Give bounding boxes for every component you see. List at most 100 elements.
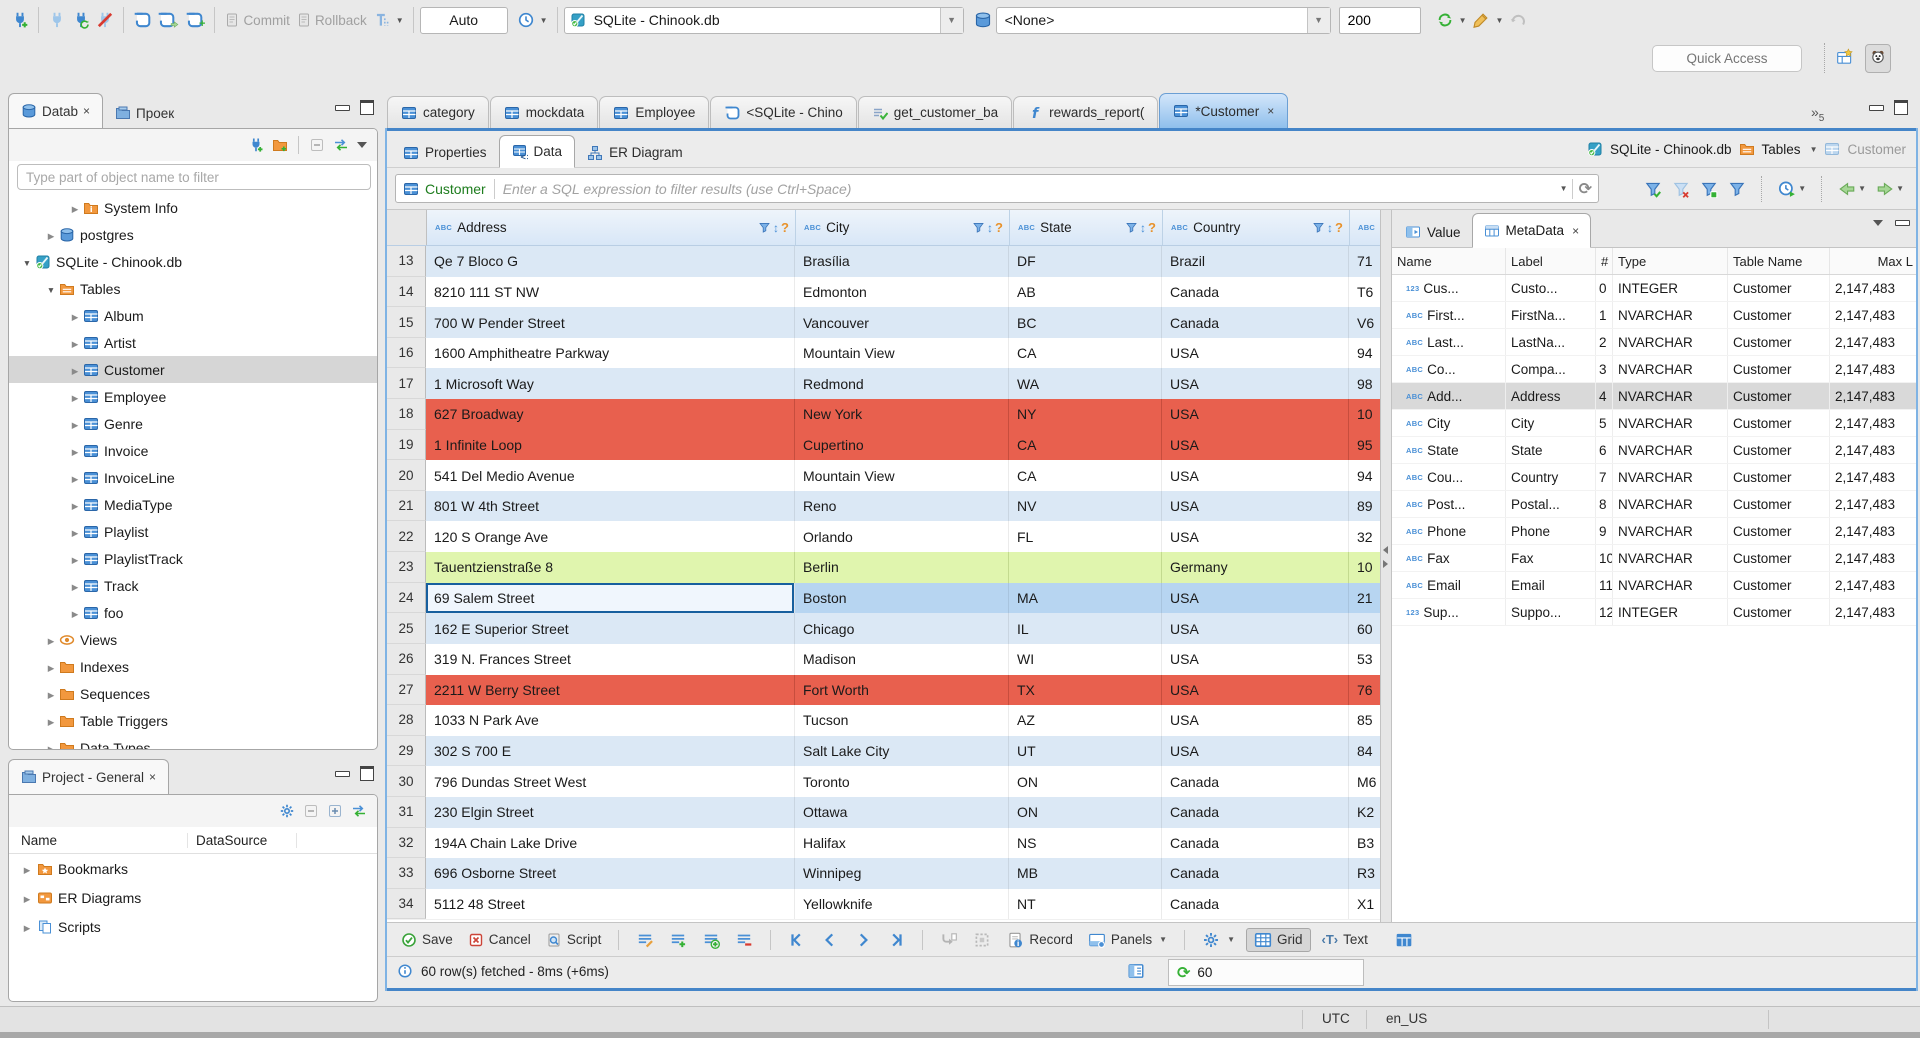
project-tree-item[interactable]: Scripts (9, 912, 377, 941)
metadata-table-cell[interactable]: Customer (1728, 599, 1830, 625)
metadata-maxlength-cell[interactable]: 2,147,483 (1830, 437, 1916, 463)
grid-cell[interactable]: MA (1009, 582, 1162, 614)
grid-cell[interactable]: 95 (1349, 429, 1380, 461)
locale-indicator[interactable]: en_US (1386, 1011, 1427, 1026)
row-number-cell[interactable]: 22 (387, 521, 426, 553)
row-number-cell[interactable]: 21 (387, 490, 426, 522)
tree-item[interactable]: Artist (9, 329, 377, 356)
grid-cell[interactable]: 1 Infinite Loop (426, 429, 795, 461)
row-number-cell[interactable]: 16 (387, 337, 426, 369)
grid-cell[interactable]: X1 (1349, 888, 1380, 920)
metadata-label-cell[interactable]: LastNa... (1506, 329, 1596, 355)
filter-funnel-icon[interactable] (758, 221, 771, 234)
tree-item[interactable]: Playlist (9, 518, 377, 545)
cancel-button[interactable]: Cancel (464, 929, 535, 951)
editor-tab[interactable]: mockdata × (489, 96, 599, 128)
row-number-cell[interactable]: 17 (387, 368, 426, 400)
grid-cell[interactable]: 94 (1349, 460, 1380, 491)
grid-cell[interactable]: 98 (1349, 368, 1380, 400)
new-sql-editor-icon[interactable]: + (182, 7, 208, 33)
minimize-icon[interactable] (335, 104, 350, 111)
metadata-maxlength-cell[interactable]: 2,147,483 (1830, 518, 1916, 544)
metadata-maxlength-cell[interactable]: 2,147,483 (1830, 491, 1916, 517)
metadata-type-cell[interactable]: NVARCHAR (1613, 572, 1728, 598)
sort-question-icon[interactable]: ? (1148, 220, 1156, 235)
metadata-column-header[interactable]: # (1596, 248, 1613, 274)
tab-overflow-chevron[interactable]: »5 (1811, 104, 1824, 124)
expand-arrow-icon[interactable] (43, 659, 59, 674)
save-button[interactable]: Save (397, 929, 457, 951)
expand-arrow-icon[interactable] (19, 890, 35, 905)
metadata-label-cell[interactable]: Email (1506, 572, 1596, 598)
metadata-name-cell[interactable]: Fax (1392, 545, 1506, 571)
expand-arrow-icon[interactable] (67, 551, 83, 566)
open-sql-editor-icon[interactable] (154, 8, 182, 32)
maximize-icon[interactable] (360, 100, 374, 115)
expand-arrow-icon[interactable] (67, 416, 83, 431)
metadata-column-header[interactable]: Table Name (1728, 248, 1830, 274)
metadata-label-cell[interactable]: Compa... (1506, 356, 1596, 382)
new-connection-icon[interactable] (8, 8, 32, 32)
expand-arrow-icon[interactable] (43, 686, 59, 701)
grid-cell[interactable]: 32 (1349, 521, 1380, 553)
schema-select[interactable]: <None> ▼ (995, 6, 1331, 34)
metadata-row[interactable]: Add... Address 4 NVARCHAR Customer 2,147… (1392, 383, 1916, 410)
metadata-name-cell[interactable]: Cus... (1392, 275, 1506, 301)
tab-project-general[interactable]: Project - General × (8, 759, 170, 794)
grid-cell[interactable]: USA (1162, 429, 1349, 461)
tree-item[interactable]: PlaylistTrack (9, 545, 377, 572)
row-number-cell[interactable]: 18 (387, 399, 426, 430)
sort-question-icon[interactable]: ? (1335, 220, 1343, 235)
filter-funnel-icon[interactable] (972, 221, 985, 234)
tree-item[interactable]: Data Types (9, 734, 377, 749)
grid-cell[interactable]: Canada (1162, 766, 1349, 797)
metadata-label-cell[interactable]: Postal... (1506, 491, 1596, 517)
metadata-maxlength-cell[interactable]: 2,147,483 (1830, 410, 1916, 436)
metadata-maxlength-cell[interactable]: 2,147,483 (1830, 464, 1916, 490)
grid-cell[interactable]: NY (1009, 399, 1162, 430)
grid-cell[interactable]: BC (1009, 307, 1162, 338)
column-sort-controls[interactable]: ↕ ? (758, 220, 795, 235)
subtab[interactable]: Data (498, 135, 576, 168)
grid-cell[interactable]: USA (1162, 490, 1349, 522)
chevron-down-icon[interactable]: ▼ (1810, 145, 1818, 154)
timezone-indicator[interactable]: UTC (1322, 1011, 1350, 1026)
commit-button[interactable]: Commit (221, 9, 293, 31)
grid-cell[interactable]: R3 (1349, 858, 1380, 889)
tree-item[interactable]: Indexes (9, 653, 377, 680)
view-menu-icon[interactable] (1873, 220, 1883, 226)
metadata-label-cell[interactable]: City (1506, 410, 1596, 436)
calc-panel-icon[interactable] (1127, 962, 1145, 983)
metadata-name-cell[interactable]: Sup... (1392, 599, 1506, 625)
grid-cell[interactable] (1009, 552, 1162, 583)
grid-cell[interactable]: IL (1009, 613, 1162, 644)
grid-cell[interactable]: TX (1009, 674, 1162, 706)
grid-cell[interactable]: CA (1009, 429, 1162, 461)
metadata-maxlength-cell[interactable]: 2,147,483 (1830, 599, 1916, 625)
mock-data-icon[interactable]: ▼ (1469, 8, 1506, 32)
metadata-type-cell[interactable]: NVARCHAR (1613, 491, 1728, 517)
column-sort-controls[interactable]: ↕ ? (972, 220, 1009, 235)
text-view-toggle[interactable]: ‹T› Text (1318, 929, 1372, 950)
dbeaver-perspective-icon[interactable] (1865, 43, 1891, 73)
metadata-name-cell[interactable]: First... (1392, 302, 1506, 328)
metadata-row[interactable]: Cou... Country 7 NVARCHAR Customer 2,147… (1392, 464, 1916, 491)
grid-column-header[interactable]: City ↕ ? (796, 210, 1010, 245)
row-number-cell[interactable]: 33 (387, 858, 426, 889)
settings-gear-icon[interactable] (279, 803, 295, 819)
grid-cell[interactable]: Germany (1162, 552, 1349, 583)
close-icon[interactable]: × (1572, 225, 1579, 237)
transaction-history-icon[interactable]: ▼ (514, 8, 551, 32)
metadata-ordinal-cell[interactable]: 4 (1596, 383, 1613, 409)
custom-filter-icon[interactable] (1726, 178, 1748, 200)
metadata-type-cell[interactable]: NVARCHAR (1613, 329, 1728, 355)
expand-arrow-icon[interactable] (67, 362, 83, 377)
grid-cell[interactable]: CA (1009, 460, 1162, 491)
auto-fetch-box[interactable]: ⟳ 60 (1168, 959, 1364, 986)
connection-dropdown-icon[interactable]: ▼ (939, 7, 963, 33)
metadata-maxlength-cell[interactable]: 2,147,483 (1830, 302, 1916, 328)
metadata-label-cell[interactable]: FirstNa... (1506, 302, 1596, 328)
link-with-editor-icon[interactable] (351, 803, 367, 819)
grid-cell[interactable]: 696 Osborne Street (426, 858, 795, 889)
row-number-cell[interactable]: 14 (387, 276, 426, 308)
